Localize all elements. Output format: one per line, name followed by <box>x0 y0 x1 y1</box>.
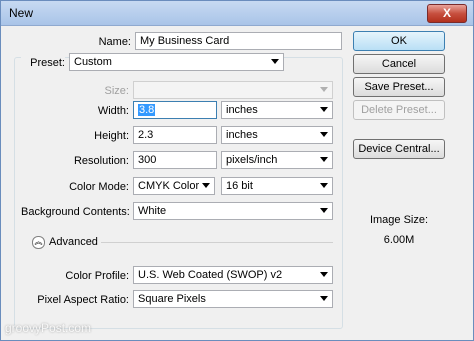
height-unit-select[interactable]: inches <box>221 126 333 144</box>
bit-depth-value: 16 bit <box>226 180 253 192</box>
width-field[interactable]: 3.8 <box>133 101 217 119</box>
color-mode-label: Color Mode: <box>69 181 129 193</box>
chevron-down-icon <box>202 183 210 188</box>
name-label: Name: <box>98 36 131 48</box>
width-unit-select[interactable]: inches <box>221 101 333 119</box>
chevron-down-icon <box>320 87 328 92</box>
size-select <box>133 81 333 99</box>
image-size-value: 6.00M <box>383 234 415 246</box>
advanced-label: Advanced <box>49 236 98 248</box>
background-contents-label: Background Contents: <box>21 206 130 218</box>
chevron-down-icon <box>320 157 328 162</box>
width-value: 3.8 <box>138 104 156 116</box>
color-mode-select[interactable]: CMYK Color <box>133 177 215 195</box>
height-unit-value: inches <box>226 129 258 141</box>
preset-select[interactable]: Custom <box>69 53 284 71</box>
width-unit-value: inches <box>226 104 258 116</box>
height-label: Height: <box>94 130 129 142</box>
delete-preset-button: Delete Preset... <box>353 100 445 120</box>
watermark: groovyPost.com <box>5 321 92 335</box>
advanced-divider <box>101 242 333 243</box>
chevron-down-icon <box>271 59 279 64</box>
resolution-unit-select[interactable]: pixels/inch <box>221 151 333 169</box>
color-profile-label: Color Profile: <box>65 270 129 282</box>
size-label: Size: <box>104 85 129 97</box>
pixel-aspect-ratio-select[interactable]: Square Pixels <box>133 290 333 308</box>
height-field[interactable]: 2.3 <box>133 126 217 144</box>
color-profile-value: U.S. Web Coated (SWOP) v2 <box>138 269 283 281</box>
window-title: New <box>9 6 34 20</box>
color-mode-value: CMYK Color <box>138 180 200 192</box>
chevron-down-icon <box>320 208 328 213</box>
advanced-collapse-toggle[interactable]: ︽ <box>32 236 45 249</box>
new-document-dialog: New X Name: My Business Card Preset: Cus… <box>0 0 474 341</box>
background-contents-select[interactable]: White <box>133 202 333 220</box>
width-label: Width: <box>97 105 129 117</box>
save-preset-button[interactable]: Save Preset... <box>353 77 445 97</box>
preset-value: Custom <box>74 56 112 68</box>
resolution-unit-value: pixels/inch <box>226 154 278 166</box>
preset-label: Preset: <box>21 57 65 69</box>
chevron-down-icon <box>320 107 328 112</box>
chevron-down-icon <box>320 296 328 301</box>
pixel-aspect-ratio-label: Pixel Aspect Ratio: <box>37 294 129 306</box>
resolution-label: Resolution: <box>73 155 129 167</box>
chevron-down-icon <box>320 272 328 277</box>
device-central-button[interactable]: Device Central... <box>353 139 445 159</box>
ok-button[interactable]: OK <box>353 31 445 51</box>
cancel-button[interactable]: Cancel <box>353 54 445 74</box>
pixel-aspect-ratio-value: Square Pixels <box>138 293 206 305</box>
background-contents-value: White <box>138 205 167 217</box>
resolution-field[interactable]: 300 <box>133 151 217 169</box>
chevron-down-icon <box>320 183 328 188</box>
image-size-label: Image Size: <box>369 214 429 226</box>
chevron-up-icon: ︽ <box>34 237 43 246</box>
chevron-down-icon <box>320 132 328 137</box>
close-button[interactable]: X <box>427 4 467 23</box>
bit-depth-select[interactable]: 16 bit <box>221 177 333 195</box>
name-field[interactable]: My Business Card <box>135 32 342 50</box>
title-bar: New X <box>1 1 473 26</box>
color-profile-select[interactable]: U.S. Web Coated (SWOP) v2 <box>133 266 333 284</box>
